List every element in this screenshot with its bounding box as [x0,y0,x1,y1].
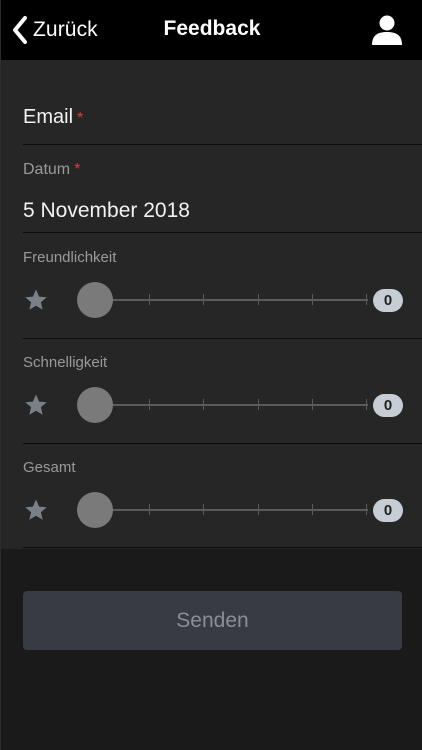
rating-label-overall: Gesamt [23,459,76,476]
slider-tick [149,504,150,515]
slider-tick [366,504,367,515]
star-icon [23,393,49,417]
user-icon [371,15,403,50]
rating-row-friendliness: 0 [23,280,403,320]
submit-button[interactable]: Senden [23,591,402,650]
feedback-form: Email * Datum * 5 November 2018 Freundlich… [1,60,422,549]
slider-tick [203,399,204,410]
date-label: Datum [23,161,71,178]
top-bar: Zurück Feedback [1,0,422,60]
rating-row-overall: 0 [23,490,403,530]
slider-track [95,509,368,511]
slider-tick [149,399,150,410]
slider-tick [366,399,367,410]
rating-value-badge: 0 [373,289,403,312]
slider-tick [258,399,259,410]
rating-divider [23,443,422,444]
profile-button[interactable] [371,14,403,46]
date-label-row: Datum * [23,161,422,179]
feedback-screen: Zurück Feedback Email * Datum * 5 November… [0,0,422,750]
slider-thumb[interactable] [77,387,113,423]
email-required-mark: * [77,110,84,127]
slider-tick [312,504,313,515]
slider-track [95,404,368,406]
rating-label-friendliness: Freundlichkeit [23,249,117,266]
email-field[interactable]: Email * [23,106,422,129]
slider-tick [258,294,259,305]
rating-divider [23,547,422,548]
rating-divider [23,338,422,339]
slider-tick [312,294,313,305]
slider-thumb[interactable] [77,492,113,528]
overall-slider[interactable] [75,490,369,530]
speed-slider[interactable] [75,385,369,425]
date-divider [23,232,422,233]
date-field[interactable]: 5 November 2018 [23,199,422,223]
slider-tick [203,294,204,305]
slider-thumb[interactable] [77,282,113,318]
slider-tick [366,294,367,305]
email-label: Email [23,106,74,128]
date-required-mark: * [74,161,81,178]
rating-label-speed: Schnelligkeit [23,354,108,371]
email-divider [23,144,422,145]
slider-tick [312,399,313,410]
star-icon [23,498,49,522]
rating-value-badge: 0 [373,499,403,522]
slider-track [95,299,368,301]
star-icon [23,288,49,312]
slider-tick [203,504,204,515]
rating-value-badge: 0 [373,394,403,417]
friendliness-slider[interactable] [75,280,369,320]
slider-tick [149,294,150,305]
page-title: Feedback [163,17,261,40]
rating-row-speed: 0 [23,385,403,425]
slider-tick [258,504,259,515]
